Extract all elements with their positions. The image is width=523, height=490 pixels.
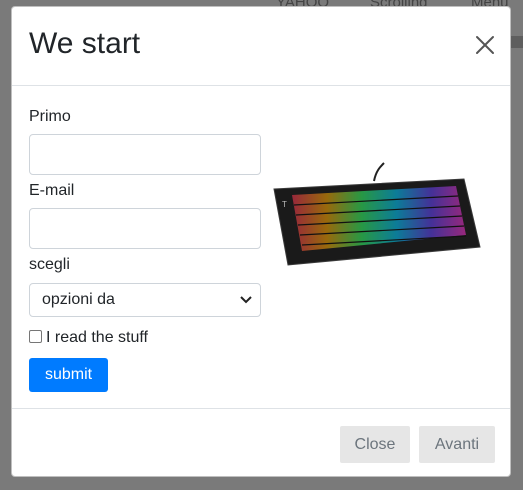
first-label: Primo	[29, 108, 71, 125]
select-value: opzioni da	[42, 291, 115, 308]
submit-button[interactable]: submit	[29, 358, 108, 392]
close-icon[interactable]	[474, 34, 496, 56]
next-button[interactable]: Avanti	[419, 426, 495, 463]
read-checkbox-label[interactable]: I read the stuff	[46, 328, 148, 348]
modal-header: We start	[12, 7, 510, 86]
keyboard-image: T	[273, 162, 481, 266]
email-label: E-mail	[29, 182, 75, 199]
chevron-down-icon	[240, 296, 252, 304]
select-label: scegli	[29, 256, 70, 273]
background-strip	[510, 36, 523, 48]
first-input[interactable]	[29, 134, 261, 175]
svg-text:T: T	[282, 200, 287, 209]
read-checkbox[interactable]	[29, 330, 42, 343]
close-button[interactable]: Close	[340, 426, 410, 463]
options-select[interactable]: opzioni da	[29, 283, 261, 317]
modal-footer: Close Avanti	[12, 408, 510, 476]
modal-title: We start	[29, 27, 141, 60]
email-input[interactable]	[29, 208, 261, 249]
modal-body: Primo E-mail scegli opzioni da I read th…	[12, 87, 510, 408]
modal-dialog: We start Primo E-mail scegli opzioni da …	[11, 6, 511, 477]
